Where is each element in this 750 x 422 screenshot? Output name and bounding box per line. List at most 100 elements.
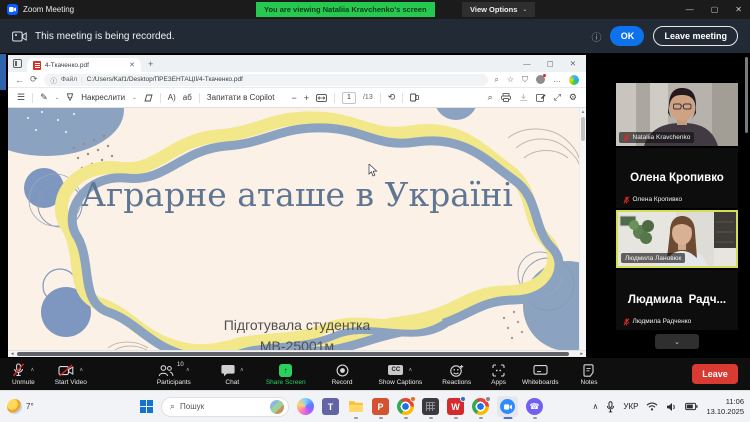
record-button[interactable]: Record	[332, 363, 353, 386]
favorite-icon[interactable]: ☆	[507, 75, 514, 84]
chevron-up-icon[interactable]: ∧	[30, 367, 34, 373]
chrome-app-icon[interactable]	[397, 398, 414, 415]
info-icon[interactable]: ⓘ	[591, 29, 601, 44]
battery-icon[interactable]	[685, 402, 698, 411]
share-screen-button[interactable]: ↑ Share Screen	[266, 363, 306, 386]
edge-copilot-icon[interactable]	[569, 75, 579, 85]
viber-app-icon[interactable]: ☎	[526, 398, 543, 415]
participant-tile-liudmyla-radchenko[interactable]: Людмила Радч... Людмила Радченко	[616, 270, 738, 330]
notes-button[interactable]: Notes	[581, 363, 598, 386]
participant-tile-olena[interactable]: Олена Кропивко Олена Кропивко	[616, 148, 738, 208]
new-tab-button[interactable]: +	[148, 59, 153, 69]
refresh-icon[interactable]: ⟳	[30, 74, 38, 85]
chevron-up-icon[interactable]: ∧	[408, 367, 412, 373]
profile-avatar[interactable]	[536, 75, 545, 84]
fullscreen-icon[interactable]: ⤢	[554, 92, 561, 103]
scroll-right-icon[interactable]: ►	[580, 351, 584, 357]
print-icon[interactable]	[501, 93, 511, 102]
pdf-horizontal-scrollbar[interactable]: ◄ ►	[8, 350, 586, 357]
back-icon[interactable]: ←	[15, 75, 24, 85]
page-view-icon[interactable]	[410, 93, 419, 102]
tab-close-icon[interactable]: ✕	[129, 61, 135, 69]
zoom-out-icon[interactable]: −	[291, 93, 296, 103]
start-video-button[interactable]: ∧ Start Video	[55, 363, 87, 386]
copilot-app-icon[interactable]	[297, 398, 314, 415]
toc-icon[interactable]: ☰	[17, 92, 25, 103]
minimize-button[interactable]: —	[686, 5, 694, 14]
scroll-left-icon[interactable]: ◄	[10, 351, 14, 357]
ok-button[interactable]: OK	[610, 26, 644, 46]
taskbar-search-input[interactable]: ⌕ Пошук	[161, 397, 289, 417]
more-participants-button[interactable]: ⌄	[655, 334, 699, 349]
file-explorer-icon[interactable]	[347, 398, 364, 415]
calculator-app-icon[interactable]	[422, 398, 439, 415]
show-captions-button[interactable]: CC ∧ Show Captions	[379, 363, 423, 386]
w-app-icon[interactable]: W	[447, 398, 464, 415]
chat-button[interactable]: ∧ Chat	[221, 363, 244, 386]
clock-widget[interactable]: 11:06 13.10.2025	[706, 397, 744, 416]
url-field[interactable]: ⓘ Файл | C:/Users/Kaf1/Desktop/ПРЕЗЕНТАЦ…	[44, 74, 489, 86]
vertical-scroll-thumb[interactable]	[581, 117, 585, 141]
settings-gear-icon[interactable]: ⚙	[569, 92, 577, 103]
pen-icon[interactable]: ✎	[40, 92, 48, 103]
chevron-down-icon[interactable]: ⌄	[55, 95, 60, 101]
info-icon[interactable]: ⓘ	[51, 75, 58, 85]
zoom-in-icon[interactable]: +	[304, 93, 309, 103]
powerpoint-app-icon[interactable]: P	[372, 398, 389, 415]
sidebar-scrollbar[interactable]	[745, 57, 748, 133]
apps-button[interactable]: Apps	[491, 363, 506, 386]
tray-expand-icon[interactable]: ∧	[593, 402, 599, 411]
collections-icon[interactable]: ⛉	[522, 75, 528, 85]
participant-video-liudmyla-lanoviuk[interactable]: Людмила Лановюк	[616, 210, 738, 268]
horizontal-scroll-thumb[interactable]	[17, 352, 569, 356]
zoom-page-icon[interactable]: ⌕	[494, 75, 498, 85]
rotate-icon[interactable]: ⟲	[388, 92, 396, 103]
ask-copilot-button[interactable]: Запитати в Copilot	[207, 93, 275, 102]
maximize-button[interactable]: ▢	[711, 5, 719, 14]
unmute-button[interactable]: ∧ Unmute	[12, 363, 35, 386]
page-number-field[interactable]: 1	[342, 92, 356, 104]
chevron-up-icon[interactable]: ∧	[79, 367, 83, 373]
wifi-icon[interactable]	[646, 402, 658, 411]
pdf-vertical-scrollbar[interactable]: ▲	[579, 108, 586, 350]
close-button[interactable]: ✕	[735, 5, 742, 14]
chrome-app-icon-2[interactable]	[472, 398, 489, 415]
notification-badge	[410, 396, 416, 402]
browser-maximize-button[interactable]: ▢	[547, 59, 554, 68]
chevron-up-icon[interactable]: ∧	[186, 367, 190, 373]
leave-button[interactable]: Leave	[692, 364, 738, 384]
chevron-down-icon[interactable]: ⌄	[132, 95, 137, 101]
search-highlight-image[interactable]	[270, 400, 284, 414]
speaker-icon[interactable]	[666, 402, 677, 412]
read-aloud-icon[interactable]: A)	[168, 93, 176, 102]
tab-actions-icon[interactable]	[13, 59, 22, 68]
teams-app-icon[interactable]: T	[322, 398, 339, 415]
translate-icon[interactable]: аб	[183, 93, 192, 102]
browser-minimize-button[interactable]: —	[523, 59, 531, 68]
highlighter-icon[interactable]	[66, 93, 74, 102]
language-indicator[interactable]: УКР	[623, 402, 638, 411]
participants-button[interactable]: 10 ∧ Participants	[157, 363, 191, 386]
search-icon[interactable]: ⌕	[488, 92, 493, 103]
save-icon[interactable]	[519, 93, 528, 102]
weather-widget[interactable]: 7°	[7, 399, 34, 414]
save-as-icon[interactable]	[536, 93, 546, 102]
recording-message: This meeting is being recorded.	[35, 31, 175, 42]
reactions-button[interactable]: Reactions	[442, 363, 471, 386]
zoom-titlebar: Zoom Meeting You are viewing Nataliia Kr…	[0, 0, 750, 19]
leave-meeting-button[interactable]: Leave meeting	[653, 26, 738, 46]
whiteboards-button[interactable]: Whiteboards	[522, 363, 559, 386]
more-menu-icon[interactable]: …	[553, 75, 561, 84]
browser-close-button[interactable]: ✕	[570, 59, 576, 68]
view-options-button[interactable]: View Options ⌄	[462, 2, 535, 17]
scroll-up-icon[interactable]: ▲	[580, 109, 586, 114]
participant-video-nataliia[interactable]: Nataliia Kravchenko	[616, 83, 738, 146]
draw-label[interactable]: Накреслити	[81, 93, 125, 102]
tray-mic-icon[interactable]	[606, 401, 615, 413]
chevron-up-icon[interactable]: ∧	[240, 367, 244, 373]
browser-tab[interactable]: 4-Ткаченко.pdf ✕	[27, 58, 141, 72]
fit-width-icon[interactable]	[316, 94, 327, 102]
zoom-app-icon-active[interactable]	[497, 396, 518, 417]
eraser-icon[interactable]	[144, 94, 153, 102]
start-button[interactable]	[140, 400, 153, 413]
